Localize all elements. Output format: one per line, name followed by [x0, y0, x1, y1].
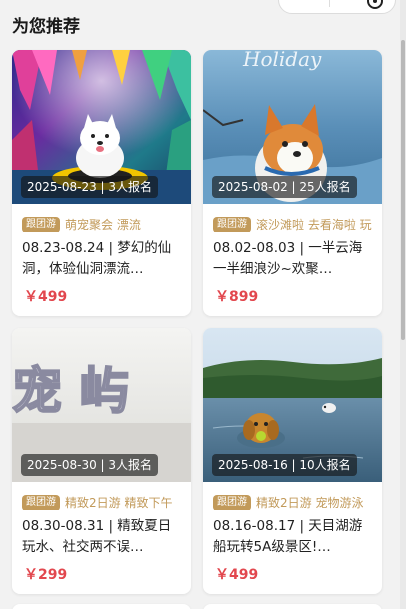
trip-card-partial[interactable] — [203, 604, 382, 609]
date-signup-badge: 2025-08-16 | 10人报名 — [212, 454, 357, 476]
tag-row: 跟团游 萌宠聚会 漂流 — [22, 214, 191, 232]
group-tour-tag: 跟团游 — [213, 216, 251, 232]
card-image-samoyed-cave: 2025-08-23 | 3人报名 — [12, 50, 191, 204]
card-image-pet-island-sign: 宠 屿 2025-08-30 | 3人报名 — [12, 328, 191, 482]
card-title: 08.02-08.03 | 一半云海一半细浪沙~欢聚… — [213, 240, 363, 277]
tag-row: 跟团游 滚沙滩啦 去看海啦 玩 — [213, 214, 382, 232]
image-overlay-text: Holiday — [242, 50, 322, 71]
mini-program-capsule[interactable] — [278, 0, 396, 14]
trip-card-partial[interactable] — [12, 604, 191, 609]
trip-card[interactable]: 宠 屿 2025-08-30 | 3人报名 跟团游 精致2日游 精致下午 08.3… — [12, 328, 191, 594]
keywords: 精致2日游 精致下午 — [65, 496, 173, 510]
card-title: 08.30-08.31 | 精致夏日 玩水、社交两不误… — [22, 518, 172, 555]
keywords: 精致2日游 宠物游泳 — [256, 496, 364, 510]
price: ￥499 — [215, 567, 259, 583]
scrollbar[interactable] — [400, 0, 406, 609]
card-image-dog-swimming-lake: 2025-08-16 | 10人报名 — [203, 328, 382, 482]
close-circle-icon[interactable] — [367, 0, 383, 9]
capsule-divider — [329, 0, 330, 7]
group-tour-tag: 跟团游 — [22, 494, 60, 510]
date-signup-badge: 2025-08-30 | 3人报名 — [21, 454, 159, 476]
date-signup-badge: 2025-08-02 | 25人报名 — [212, 176, 357, 198]
image-sign-text: 宠 屿 — [12, 362, 129, 420]
trip-card[interactable]: 2025-08-16 | 10人报名 跟团游 精致2日游 宠物游泳 08.16-0… — [203, 328, 382, 594]
keywords: 萌宠聚会 漂流 — [65, 218, 141, 232]
card-title: 08.23-08.24 | 梦幻的仙洞，体验仙洞漂流… — [22, 240, 172, 277]
tag-row: 跟团游 精致2日游 宠物游泳 — [213, 492, 382, 510]
keywords: 滚沙滩啦 去看海啦 玩 — [256, 218, 372, 232]
tag-row: 跟团游 精致2日游 精致下午 — [22, 492, 191, 510]
trip-card[interactable]: 2025-08-23 | 3人报名 跟团游 萌宠聚会 漂流 08.23-08.24… — [12, 50, 191, 316]
price: ￥299 — [24, 567, 68, 583]
header: 为您推荐 — [0, 0, 400, 46]
scrollbar-thumb[interactable] — [401, 40, 405, 340]
price: ￥899 — [215, 289, 259, 305]
card-image-shiba-beach: Holiday 2025-08-02 | 25人报名 — [203, 50, 382, 204]
section-title: 为您推荐 — [12, 17, 80, 37]
date-signup-badge: 2025-08-23 | 3人报名 — [21, 176, 159, 198]
card-title: 08.16-08.17 | 天目湖游船玩转5A级景区!… — [213, 518, 363, 555]
group-tour-tag: 跟团游 — [213, 494, 251, 510]
recommend-page: 为您推荐 2025-08-23 | 3人报名 跟团游 萌宠聚会 漂流 08.23… — [0, 0, 400, 609]
price: ￥499 — [24, 289, 68, 305]
trip-card[interactable]: Holiday 2025-08-02 | 25人报名 跟团游 滚沙滩啦 去看海啦 … — [203, 50, 382, 316]
group-tour-tag: 跟团游 — [22, 216, 60, 232]
